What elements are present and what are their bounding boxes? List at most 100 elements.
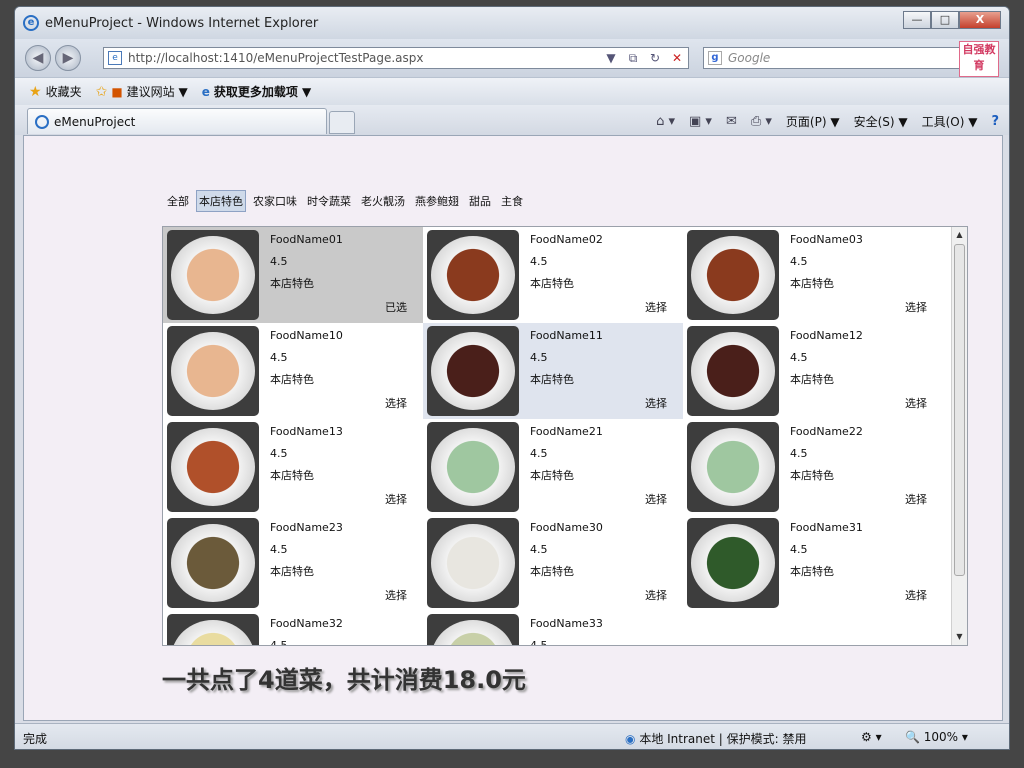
select-button[interactable]: 已选 [385, 299, 407, 315]
mail-icon[interactable]: ✉ [726, 114, 737, 129]
food-image [427, 614, 519, 645]
select-button[interactable]: 选择 [645, 395, 667, 411]
food-item[interactable]: FoodName03 4.5 本店特色 选择 [683, 227, 943, 323]
category-tab[interactable]: 农家口味 [250, 190, 300, 212]
select-button[interactable]: 选择 [385, 491, 407, 507]
page-menu[interactable]: 页面(P) ▼ [786, 113, 840, 130]
favorites-bar: ★ 收藏夹 ✩ ■ 建议网站 ▼ e 获取更多加载项 ▼ [15, 77, 1009, 105]
food-item[interactable]: FoodName31 4.5 本店特色 选择 [683, 515, 943, 611]
food-image [427, 230, 519, 320]
select-button[interactable]: 选择 [645, 299, 667, 315]
food-name: FoodName33 [530, 617, 603, 630]
print-icon[interactable]: ⎙ ▾ [751, 114, 772, 129]
food-item[interactable]: FoodName10 4.5 本店特色 选择 [163, 323, 423, 419]
add-favorite-icon: ✩ [95, 83, 108, 100]
select-button[interactable]: 选择 [905, 491, 927, 507]
protected-mode-icon[interactable]: ⚙ ▾ [861, 730, 882, 744]
category-tab[interactable]: 全部 [164, 190, 192, 212]
back-button[interactable]: ◀ [25, 45, 51, 71]
ie-logo-icon: e [23, 15, 39, 31]
category-tab[interactable]: 本店特色 [196, 190, 246, 212]
address-field[interactable]: e http://localhost:1410/eMenuProjectTest… [103, 47, 689, 69]
suggest-icon: ■ [111, 84, 123, 99]
food-item[interactable]: FoodName23 4.5 本店特色 选择 [163, 515, 423, 611]
select-button[interactable]: 选择 [645, 587, 667, 603]
google-icon: g [708, 51, 722, 65]
food-plate [431, 524, 515, 602]
food-score: 4.5 [270, 351, 288, 364]
category-tab[interactable]: 主食 [498, 190, 526, 212]
food-plate [691, 524, 775, 602]
addons-label: 获取更多加载项 ▼ [213, 85, 312, 99]
food-category: 本店特色 [790, 565, 834, 578]
scroll-up-button[interactable]: ▲ [952, 227, 967, 243]
stop-icon[interactable]: ✕ [666, 51, 688, 65]
search-placeholder[interactable]: Google [728, 51, 770, 65]
vertical-scrollbar[interactable]: ▲ ▼ [951, 227, 967, 645]
security-zone[interactable]: ◉ 本地 Intranet | 保护模式: 禁用 [625, 730, 807, 747]
select-button[interactable]: 选择 [905, 587, 927, 603]
select-button[interactable]: 选择 [905, 395, 927, 411]
minimize-button[interactable]: — [903, 11, 931, 29]
food-name: FoodName31 [790, 521, 863, 534]
food-image [687, 230, 779, 320]
favorites-button[interactable]: ★ 收藏夹 [29, 83, 82, 100]
globe-icon: ◉ [625, 732, 636, 746]
food-plate [171, 524, 255, 602]
food-score: 4.5 [270, 447, 288, 460]
address-url[interactable]: http://localhost:1410/eMenuProjectTestPa… [128, 51, 600, 65]
safety-menu[interactable]: 安全(S) ▼ [854, 113, 908, 130]
food-category: 本店特色 [270, 469, 314, 482]
ie-small-icon: e [201, 84, 210, 99]
food-image [167, 326, 259, 416]
suggested-sites-button[interactable]: ✩ ■ 建议网站 ▼ [96, 83, 188, 100]
food-category: 本店特色 [530, 277, 574, 290]
refresh-icon[interactable]: ↻ [644, 51, 666, 65]
food-item[interactable]: FoodName01 4.5 本店特色 已选 [163, 227, 423, 323]
food-item[interactable]: FoodName21 4.5 本店特色 选择 [423, 419, 683, 515]
food-item[interactable]: FoodName32 4.5 [163, 611, 423, 645]
close-button[interactable]: X [959, 11, 1001, 29]
scroll-thumb[interactable] [954, 244, 965, 576]
select-button[interactable]: 选择 [905, 299, 927, 315]
food-image [427, 422, 519, 512]
help-icon[interactable]: ? [991, 114, 999, 129]
food-grid: FoodName33 4.5 FoodName32 4.5 FoodName31 4.5 本… [162, 226, 968, 646]
search-field[interactable]: g Google [703, 47, 965, 69]
dropdown-icon[interactable]: ▼ [600, 51, 622, 65]
zoom-control[interactable]: 🔍 100% ▾ [905, 730, 968, 744]
select-button[interactable]: 选择 [385, 587, 407, 603]
category-tab[interactable]: 甜品 [466, 190, 494, 212]
select-button[interactable]: 选择 [645, 491, 667, 507]
food-item[interactable]: FoodName11 4.5 本店特色 选择 [423, 323, 683, 419]
tab-emenuproject[interactable]: eMenuProject [27, 108, 327, 134]
food-item[interactable]: FoodName33 4.5 [423, 611, 683, 645]
food-category: 本店特色 [270, 565, 314, 578]
home-icon[interactable]: ⌂ ▾ [656, 114, 675, 129]
food-item[interactable]: FoodName13 4.5 本店特色 选择 [163, 419, 423, 515]
address-bar-row: ◀ ▶ e http://localhost:1410/eMenuProject… [15, 39, 1009, 77]
tools-menu[interactable]: 工具(O) ▼ [922, 113, 978, 130]
category-tab[interactable]: 老火靓汤 [358, 190, 408, 212]
food-image [167, 230, 259, 320]
food-image [427, 326, 519, 416]
category-tab[interactable]: 燕参鲍翅 [412, 190, 462, 212]
compat-view-icon[interactable]: ⧉ [622, 51, 644, 66]
maximize-button[interactable]: □ [931, 11, 959, 29]
select-button[interactable]: 选择 [385, 395, 407, 411]
get-addons-button[interactable]: e 获取更多加载项 ▼ [202, 83, 312, 100]
food-category: 本店特色 [530, 469, 574, 482]
food-item[interactable]: FoodName30 4.5 本店特色 选择 [423, 515, 683, 611]
new-tab-button[interactable] [329, 111, 355, 134]
food-item[interactable]: FoodName22 4.5 本店特色 选择 [683, 419, 943, 515]
brand-logo: 自强教育 [959, 41, 999, 77]
category-tab[interactable]: 时令蔬菜 [304, 190, 354, 212]
food-score: 4.5 [530, 351, 548, 364]
forward-button[interactable]: ▶ [55, 45, 81, 71]
food-item[interactable]: FoodName12 4.5 本店特色 选择 [683, 323, 943, 419]
food-name: FoodName30 [530, 521, 603, 534]
scroll-down-button[interactable]: ▼ [952, 629, 967, 645]
feeds-icon[interactable]: ▣ ▾ [689, 114, 712, 129]
food-item[interactable]: FoodName02 4.5 本店特色 选择 [423, 227, 683, 323]
browser-window: e eMenuProject - Windows Internet Explor… [14, 6, 1010, 750]
